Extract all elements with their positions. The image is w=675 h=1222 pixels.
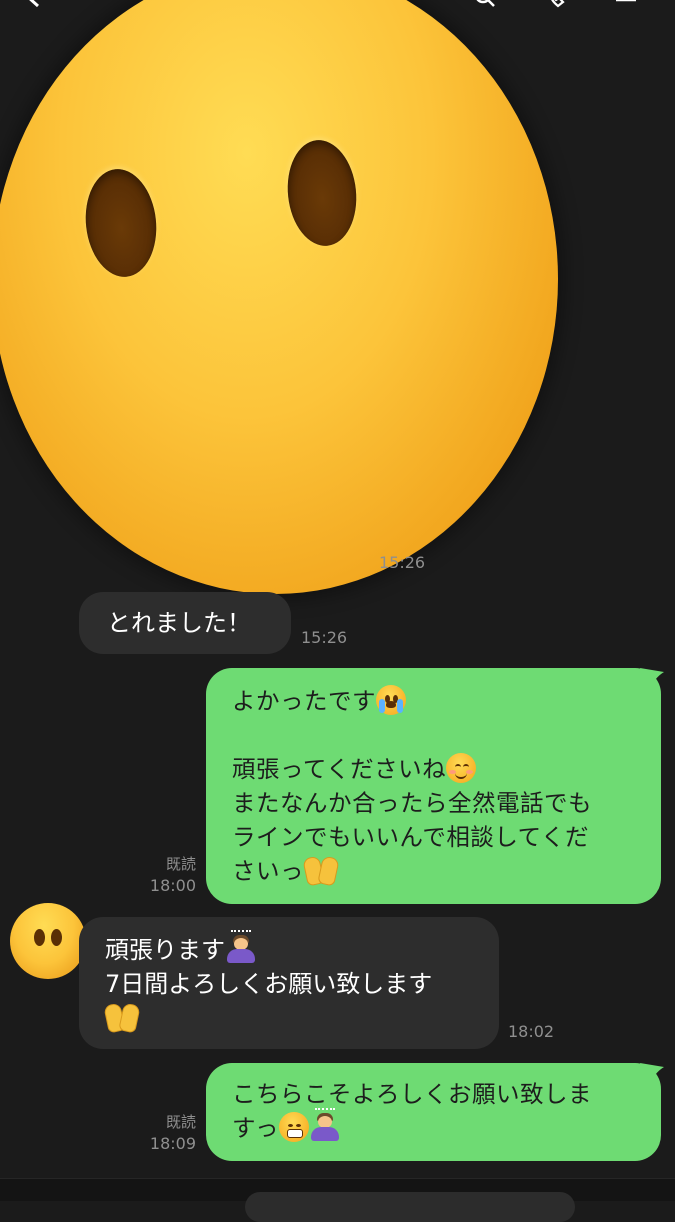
message-bubble-outgoing[interactable]: よかったです 頑張ってくださいね またなんか合ったら全然電話でも ラインでもいい…	[206, 668, 661, 904]
message-line: さいっ	[232, 857, 304, 885]
message-line: 頑張ります	[105, 936, 225, 964]
message-timestamp: 18:09	[149, 1134, 196, 1153]
sticker-face-without-mouth[interactable]	[0, 0, 558, 594]
message-line: こちらこそよろしくお願い致しま	[232, 1080, 592, 1108]
person-bowing-icon	[225, 930, 257, 964]
message-input[interactable]	[245, 1192, 575, 1222]
message-line: 7日間よろしくお願い致します	[105, 970, 433, 998]
search-icon[interactable]	[474, 0, 496, 8]
message-line: 頑張ってくださいね	[232, 755, 447, 783]
message-bubble-incoming[interactable]: とれました！	[79, 592, 291, 654]
read-receipt: 既読 18:09	[148, 1111, 196, 1155]
message-text: とれました！	[107, 609, 251, 637]
person-bowing-icon	[309, 1108, 341, 1142]
bubble-tail	[640, 668, 664, 690]
message-timestamp: 18:00	[149, 876, 196, 895]
sticker-right-eye	[282, 136, 362, 250]
phone-icon[interactable]	[546, 0, 568, 8]
back-icon[interactable]	[22, 0, 44, 8]
palms-up-together-icon	[103, 1002, 141, 1034]
message-line: ラインでもいいんで相談してくだ	[232, 823, 589, 851]
smiling-face-icon	[446, 753, 477, 783]
palms-up-together-icon	[302, 855, 340, 887]
read-receipt: 既読 18:00	[148, 853, 196, 897]
loudly-crying-face-icon	[376, 685, 406, 715]
message-bubble-outgoing[interactable]: こちらこそよろしくお願い致しま すっ	[206, 1063, 661, 1161]
avatar[interactable]	[10, 903, 86, 979]
message-line: またなんか合ったら全然電話でも	[232, 789, 592, 817]
message-bubble-incoming[interactable]: 頑張ります 7日間よろしくお願い致します	[79, 917, 499, 1049]
read-label: 既読	[165, 855, 196, 873]
message-timestamp: 18:02	[508, 1022, 555, 1041]
read-label: 既読	[165, 1113, 196, 1131]
bubble-tail	[640, 1063, 664, 1085]
menu-icon[interactable]	[614, 0, 636, 8]
message-line: すっ	[232, 1114, 280, 1142]
message-timestamp: 15:26	[301, 628, 348, 647]
message-line: よかったです	[232, 687, 376, 715]
face-with-steam-from-nose-icon	[279, 1112, 310, 1142]
sticker-timestamp: 15:26	[379, 553, 426, 572]
sticker-left-eye	[80, 165, 162, 281]
